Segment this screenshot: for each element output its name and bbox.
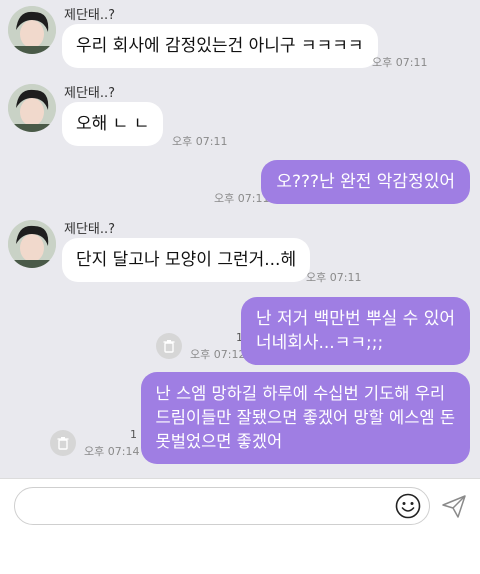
outgoing-message-bubble[interactable]: 오???난 완전 악감정있어 bbox=[261, 160, 470, 204]
message-line: 못벌었으면 좋겠어 bbox=[155, 432, 283, 451]
message-input[interactable] bbox=[14, 487, 430, 525]
sender-name: 제단태..? bbox=[64, 86, 116, 101]
message-time: 오후 07:12 bbox=[190, 348, 246, 361]
message-line: 너네회사...ㅋㅋ;;; bbox=[255, 333, 384, 353]
message-line: 난 스엠 망하길 하루에 수십번 기도해 우리 bbox=[155, 384, 446, 403]
message-time: 오후 07:11 bbox=[372, 56, 428, 69]
outgoing-message-bubble[interactable]: 난 저거 백만번 뿌실 수 있어 너네회사...ㅋㅋ;;; bbox=[240, 297, 470, 365]
trash-icon bbox=[57, 437, 69, 450]
sender-avatar[interactable] bbox=[8, 220, 56, 268]
sender-name: 제단태..? bbox=[64, 8, 116, 23]
delete-message-button[interactable] bbox=[156, 333, 182, 359]
send-button[interactable] bbox=[440, 492, 468, 520]
incoming-message-bubble[interactable]: 오해 ㄴ ㄴ bbox=[62, 102, 164, 146]
message-line: 드림이들만 잘됐으면 좋겠어 망할 에스엠 돈 bbox=[155, 408, 455, 427]
trash-icon bbox=[163, 340, 175, 353]
chat-area[interactable]: 제단태..? 우리 회사에 감정있는건 아니구 ㅋㅋㅋㅋ 오후 07:11 제단… bbox=[0, 0, 480, 478]
send-icon bbox=[442, 495, 466, 518]
incoming-message-bubble[interactable]: 단지 달고나 모양이 그런거...헤 bbox=[62, 238, 311, 282]
emoji-button[interactable] bbox=[394, 492, 422, 520]
incoming-message-bubble[interactable]: 우리 회사에 감정있는건 아니구 ㅋㅋㅋㅋ bbox=[62, 24, 378, 68]
message-line: 난 저거 백만번 뿌실 수 있어 bbox=[255, 309, 455, 329]
emoji-icon bbox=[395, 493, 421, 519]
message-time: 오후 07:11 bbox=[172, 135, 228, 148]
message-time: 오후 07:11 bbox=[306, 271, 362, 284]
sender-avatar[interactable] bbox=[8, 6, 56, 54]
unread-count: 1 bbox=[130, 428, 137, 441]
delete-message-button[interactable] bbox=[50, 430, 76, 456]
outgoing-message-bubble[interactable]: 난 스엠 망하길 하루에 수십번 기도해 우리 드림이들만 잘됐으면 좋겠어 망… bbox=[140, 372, 470, 464]
message-composer bbox=[0, 478, 480, 574]
sender-avatar[interactable] bbox=[8, 84, 56, 132]
message-time: 오후 07:14 bbox=[84, 445, 140, 458]
sender-name: 제단태..? bbox=[64, 222, 116, 237]
